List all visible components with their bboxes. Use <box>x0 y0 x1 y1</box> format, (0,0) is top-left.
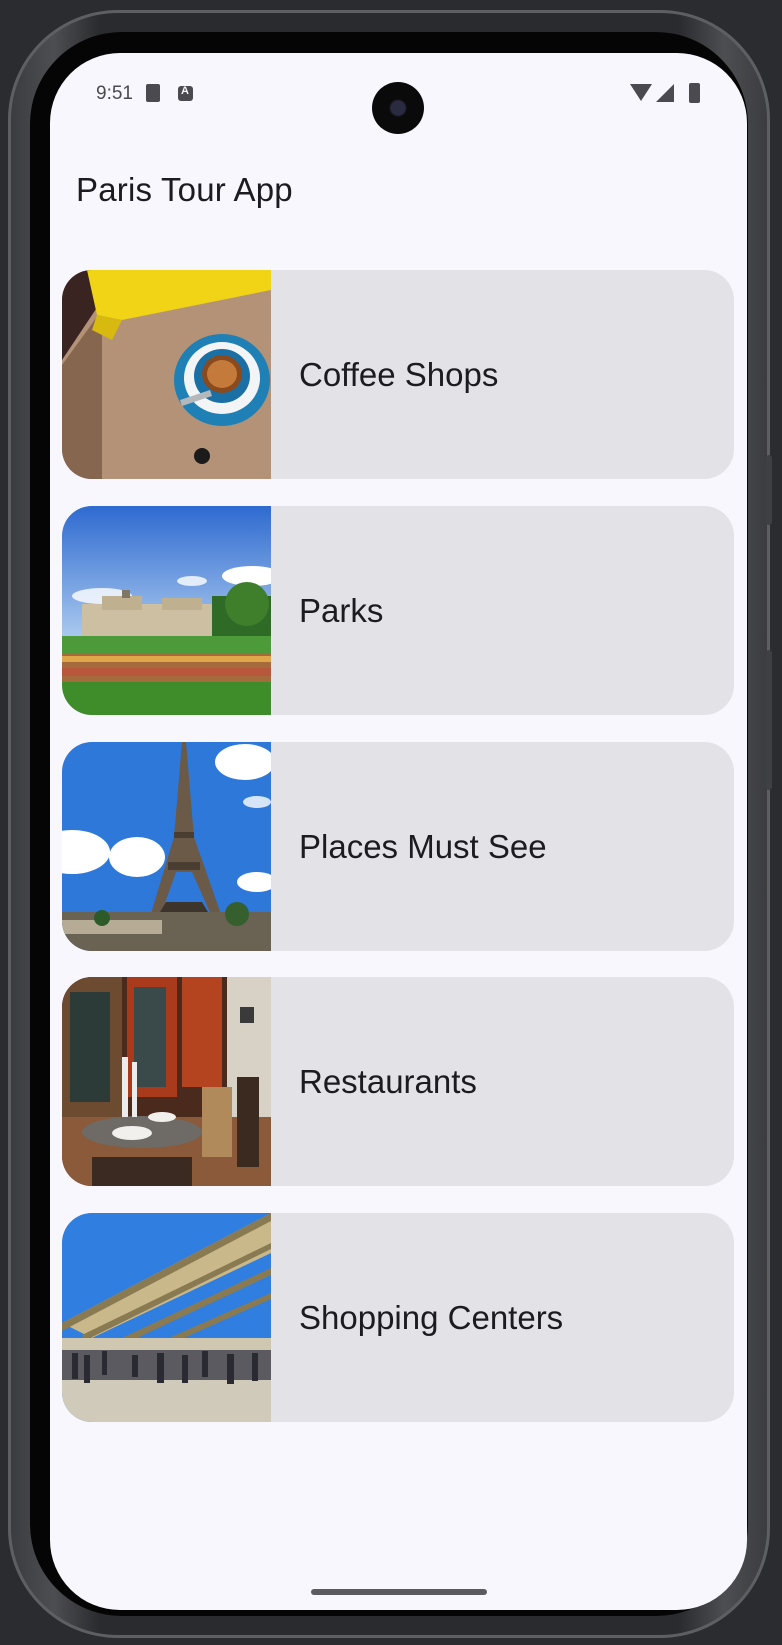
shopping-center-photo <box>62 1213 271 1422</box>
gesture-navigation-handle[interactable] <box>311 1589 487 1595</box>
battery-icon <box>689 83 700 103</box>
front-camera <box>372 82 424 134</box>
sd-card-icon <box>146 84 160 102</box>
volume-button <box>766 455 772 525</box>
status-bar: 9:51 <box>50 53 747 134</box>
a-badge-icon <box>178 85 193 101</box>
category-label: Shopping Centers <box>299 1299 564 1336</box>
category-card-restaurants[interactable]: Restaurants <box>62 977 734 1186</box>
category-label: Restaurants <box>299 1063 477 1100</box>
signal-icon <box>656 84 674 102</box>
screen: 9:51 Paris Tour App <box>50 53 747 1610</box>
wifi-icon <box>630 84 652 101</box>
phone-frame: 9:51 Paris Tour App <box>8 10 772 1638</box>
eiffel-tower-photo <box>62 742 271 951</box>
category-label: Places Must See <box>299 828 547 865</box>
restaurant-interior-photo <box>62 977 271 1186</box>
park-palace-photo <box>62 506 271 715</box>
status-time: 9:51 <box>96 83 133 104</box>
category-card-parks[interactable]: Parks <box>62 506 734 715</box>
category-card-places-must-see[interactable]: Places Must See <box>62 742 734 951</box>
category-label: Coffee Shops <box>299 356 499 393</box>
category-card-shopping-centers[interactable]: Shopping Centers <box>62 1213 734 1422</box>
category-label: Parks <box>299 592 384 629</box>
power-button <box>766 650 772 790</box>
coffee-cup-photo <box>62 270 271 479</box>
page-title: Paris Tour App <box>76 171 293 208</box>
category-card-coffee-shops[interactable]: Coffee Shops <box>62 270 734 479</box>
